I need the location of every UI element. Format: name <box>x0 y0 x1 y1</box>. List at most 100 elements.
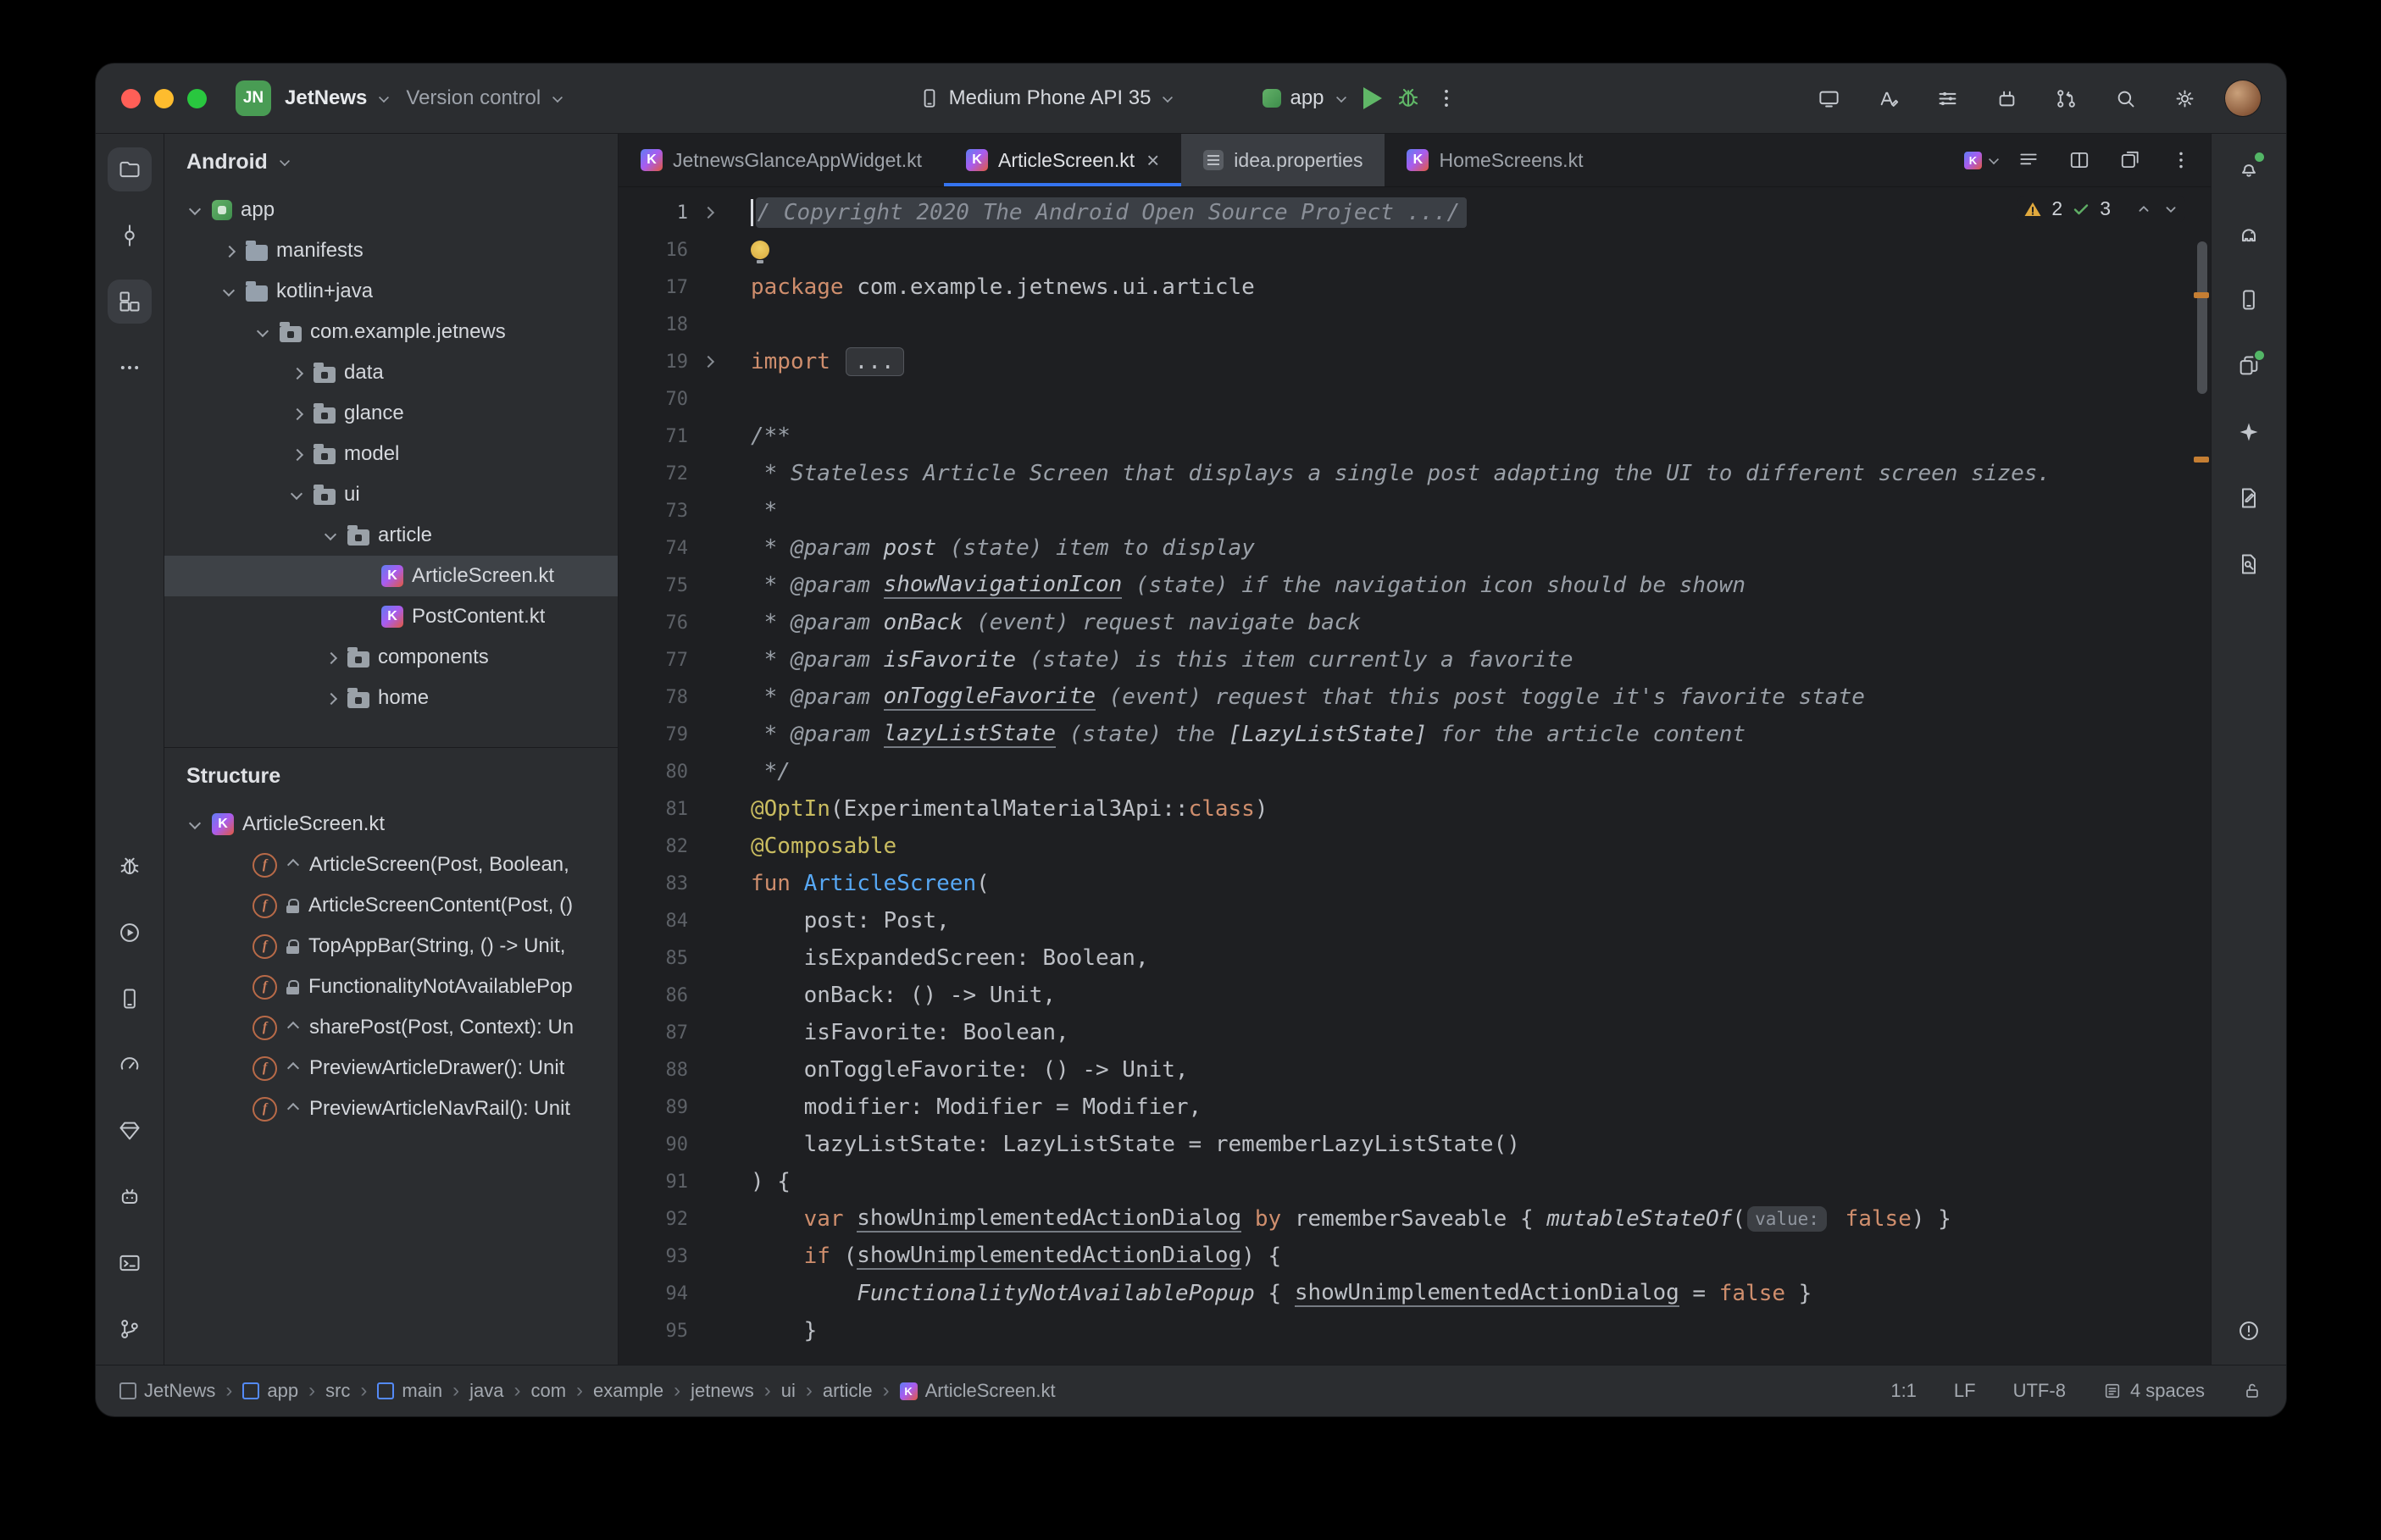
caret-position[interactable]: 1:1 <box>1890 1380 1917 1402</box>
fold-arrow-icon[interactable] <box>702 355 715 368</box>
ai-edits-icon[interactable] <box>2227 476 2271 520</box>
editor-tab[interactable]: idea.properties <box>1181 134 1385 186</box>
ide-settings-icon[interactable] <box>2166 80 2203 117</box>
close-tab-icon[interactable]: × <box>1146 149 1159 171</box>
chevron-right-icon[interactable] <box>288 364 305 381</box>
line-separator[interactable]: LF <box>1954 1380 1976 1402</box>
device-manager-icon[interactable] <box>2227 278 2271 322</box>
structure-tree-item[interactable]: fFunctionalityNotAvailablePop <box>164 967 618 1007</box>
device-mirroring-icon[interactable] <box>1810 80 1847 117</box>
structure-tree-item[interactable]: fArticleScreenContent(Post, () <box>164 885 618 926</box>
breadcrumb-item[interactable]: article <box>823 1380 873 1402</box>
problems-icon[interactable] <box>2227 1309 2271 1353</box>
device-selector[interactable]: Medium Phone API 35 <box>919 86 1177 110</box>
editor-tab[interactable]: KJetnewsGlanceAppWidget.kt <box>619 134 944 186</box>
project-panel-header[interactable]: Android <box>164 134 618 190</box>
project-tree-item[interactable]: article <box>164 515 618 556</box>
editor-tab[interactable]: KHomeScreens.kt <box>1385 134 1605 186</box>
structure-tree-item[interactable]: fPreviewArticleDrawer(): Unit <box>164 1048 618 1089</box>
commit-icon[interactable] <box>108 213 152 258</box>
structure-tree-item[interactable]: fArticleScreen(Post, Boolean, <box>164 845 618 885</box>
warning-stripe-mark[interactable] <box>2194 292 2209 298</box>
inspections-widget[interactable]: 2 3 <box>2017 196 2185 222</box>
terminal-icon[interactable] <box>108 1241 152 1285</box>
project-tree-item[interactable]: app <box>164 190 618 230</box>
breadcrumb-item[interactable]: com <box>530 1380 566 1402</box>
minimize-window-button[interactable] <box>154 89 174 108</box>
breadcrumb-item[interactable]: ui <box>781 1380 796 1402</box>
find-icon[interactable] <box>2227 542 2271 586</box>
vcs-widget[interactable]: Version control <box>406 86 566 110</box>
chevron-down-icon[interactable] <box>254 324 271 341</box>
device-explorer-icon[interactable] <box>108 977 152 1021</box>
project-tree-item[interactable]: ui <box>164 474 618 515</box>
project-tree-item[interactable]: data <box>164 352 618 393</box>
project-tree-item[interactable]: manifests <box>164 230 618 271</box>
chevron-right-icon[interactable] <box>220 242 237 259</box>
version-control-icon[interactable] <box>108 1307 152 1351</box>
resource-manager-icon[interactable] <box>2227 344 2271 388</box>
chevron-right-icon[interactable] <box>322 690 339 706</box>
breadcrumb-item[interactable]: JetNews <box>119 1380 215 1402</box>
editor-tab[interactable]: KArticleScreen.kt× <box>944 134 1181 186</box>
run-button[interactable] <box>1363 87 1382 109</box>
project-tree-item[interactable]: components <box>164 637 618 678</box>
file-encoding[interactable]: UTF-8 <box>2013 1380 2066 1402</box>
project-tree-item[interactable]: glance <box>164 393 618 434</box>
chevron-right-icon[interactable] <box>288 405 305 422</box>
breadcrumb-item[interactable]: src <box>325 1380 350 1402</box>
project-tree-item[interactable]: model <box>164 434 618 474</box>
breadcrumb-item[interactable]: jetnews <box>691 1380 754 1402</box>
user-avatar[interactable] <box>2225 80 2261 116</box>
structure-panel-header[interactable]: Structure <box>164 748 618 804</box>
logcat-icon[interactable] <box>108 845 152 889</box>
chevron-down-icon[interactable] <box>288 486 305 503</box>
chevron-down-icon[interactable] <box>2162 200 2180 219</box>
structure-tree-item[interactable]: fPreviewArticleNavRail(): Unit <box>164 1089 618 1129</box>
search-everywhere-icon[interactable] <box>2106 80 2144 117</box>
more-actions-kebab[interactable] <box>1435 86 1458 110</box>
readonly-toggle[interactable] <box>2242 1381 2262 1401</box>
tabs-list-icon[interactable] <box>2011 142 2046 178</box>
split-editor-icon[interactable] <box>2062 142 2097 178</box>
chevron-up-icon[interactable] <box>2134 200 2153 219</box>
warning-stripe-mark[interactable] <box>2194 457 2209 463</box>
chevron-down-icon[interactable] <box>220 283 237 300</box>
plugins-icon[interactable] <box>1988 80 2025 117</box>
detach-editor-icon[interactable] <box>2112 142 2148 178</box>
run-config-selector[interactable]: app <box>1263 86 1349 110</box>
pull-requests-icon[interactable] <box>2047 80 2084 117</box>
indent-widget[interactable]: 4 spaces <box>2103 1380 2205 1402</box>
project-view-icon[interactable] <box>108 147 152 191</box>
structure-tree-item[interactable]: KArticleScreen.kt <box>164 804 618 845</box>
breadcrumb-item[interactable]: java <box>469 1380 503 1402</box>
notifications-icon[interactable] <box>2227 146 2271 190</box>
structure-icon[interactable] <box>108 280 152 324</box>
project-tree-item[interactable]: home <box>164 678 618 718</box>
breadcrumb-item[interactable]: main <box>377 1380 442 1402</box>
app-quality-insights-icon[interactable] <box>108 1109 152 1153</box>
structure-tree-item[interactable]: fsharePost(Post, Context): Un <box>164 1007 618 1048</box>
close-window-button[interactable] <box>121 89 141 108</box>
hidden-tabs-dropdown[interactable]: K <box>1956 134 2011 186</box>
structure-tree-item[interactable]: fTopAppBar(String, () -> Unit, <box>164 926 618 967</box>
project-tree-item[interactable]: KArticleScreen.kt <box>164 556 618 596</box>
gemini-icon[interactable] <box>2227 410 2271 454</box>
toolbar-settings-icon[interactable] <box>1929 80 1966 117</box>
running-devices-icon[interactable] <box>108 1175 152 1219</box>
more-tool-windows-icon[interactable] <box>108 346 152 390</box>
project-tree-item[interactable]: kotlin+java <box>164 271 618 312</box>
editor[interactable]: 1/ Copyright 2020 The Android Open Sourc… <box>619 187 2211 1365</box>
fold-arrow-icon[interactable] <box>702 206 715 219</box>
chevron-down-icon[interactable] <box>186 816 203 833</box>
editor-scrollbar[interactable] <box>2197 241 2207 394</box>
project-tree-item[interactable]: com.example.jetnews <box>164 312 618 352</box>
breadcrumb-item[interactable]: app <box>242 1380 298 1402</box>
breadcrumb-item[interactable]: example <box>593 1380 663 1402</box>
zoom-window-button[interactable] <box>187 89 207 108</box>
gradle-icon[interactable] <box>2227 212 2271 256</box>
editor-options-icon[interactable] <box>2163 142 2199 178</box>
intention-bulb-icon[interactable] <box>751 241 769 259</box>
chevron-down-icon[interactable] <box>186 202 203 219</box>
debug-button[interactable] <box>1396 86 1421 111</box>
